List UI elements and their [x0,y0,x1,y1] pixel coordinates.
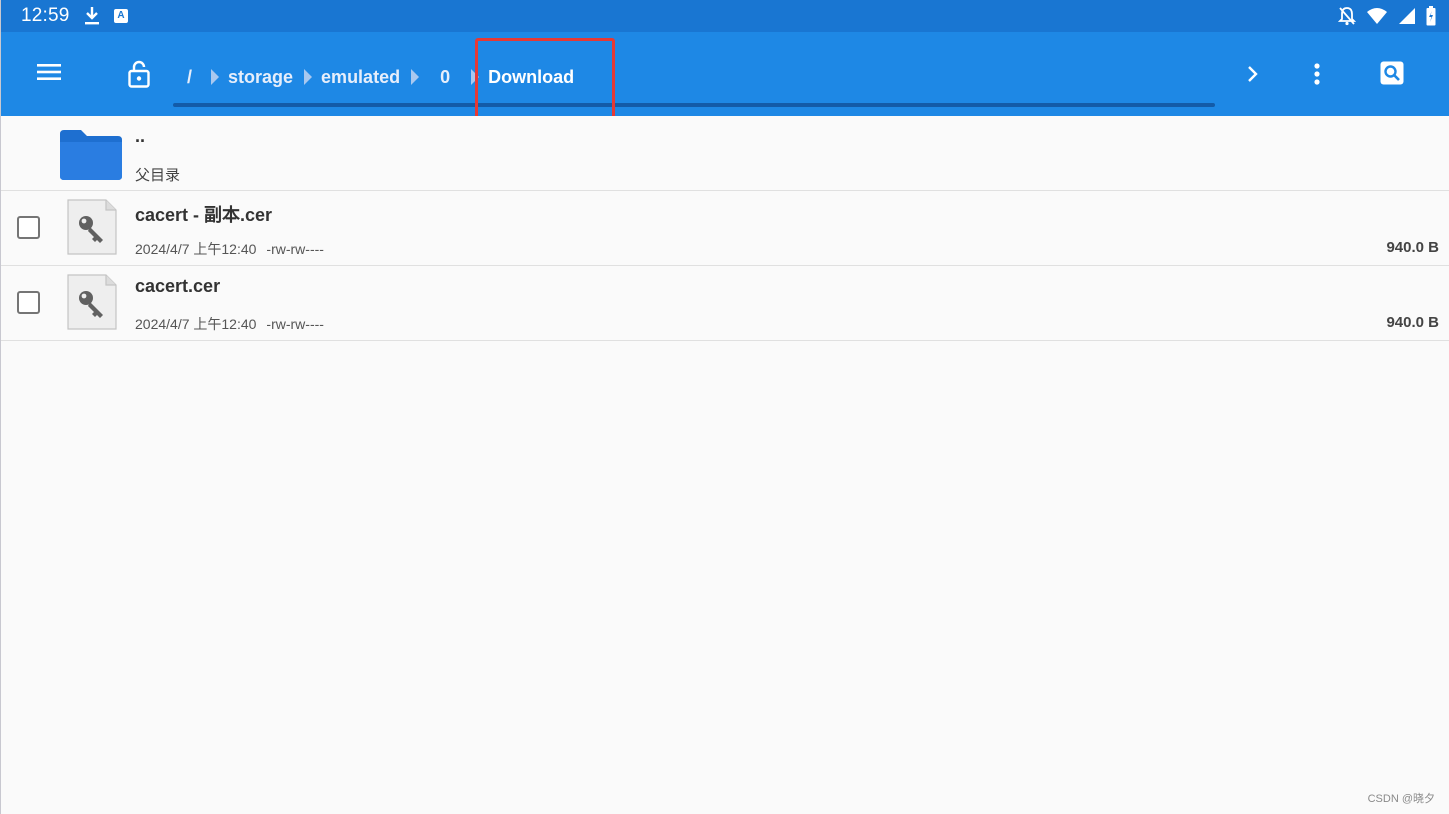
download-icon [85,7,99,25]
wifi-icon [1367,8,1387,24]
more-options-button[interactable] [1301,56,1333,92]
parent-directory-row[interactable]: .. 父目录 [1,116,1449,191]
breadcrumb-separator-icon [304,69,313,85]
notifications-off-icon [1338,7,1356,26]
file-meta: 2024/4/7 上午12:40 -rw-rw---- [135,314,324,334]
file-date: 2024/4/7 上午12:40 [135,241,257,257]
status-bar: 12:59 A [1,0,1449,32]
file-row[interactable]: cacert - 副本.cer 2024/4/7 上午12:40 -rw-rw--… [1,191,1449,266]
file-size: 940.0 B [1386,239,1439,256]
file-size: 940.0 B [1386,314,1439,331]
highlight-annotation-box [475,38,615,122]
file-name: cacert - 副本.cer [135,205,273,225]
file-date: 2024/4/7 上午12:40 [135,316,257,332]
unlock-icon [128,60,150,88]
key-file-icon [67,274,117,330]
file-permissions: -rw-rw---- [266,316,324,332]
breadcrumb-root[interactable]: / [187,67,192,88]
file-meta: 2024/4/7 上午12:40 -rw-rw---- [135,239,324,259]
breadcrumb-storage[interactable]: storage [228,67,293,88]
more-vert-icon [1314,63,1320,85]
key-file-icon [67,199,117,255]
folder-icon [60,130,122,180]
breadcrumb-separator-icon [211,69,220,85]
search-icon [1380,61,1404,85]
file-name: cacert.cer [135,276,221,296]
file-checkbox[interactable] [17,216,40,239]
hamburger-menu-icon [37,64,61,80]
parent-dir-name: .. [135,126,146,146]
breadcrumb-separator-icon [411,69,420,85]
breadcrumb-0[interactable]: 0 [440,67,450,88]
unlock-button[interactable] [121,54,157,94]
forward-button[interactable] [1237,56,1269,92]
search-button[interactable] [1373,54,1411,92]
breadcrumb-emulated[interactable]: emulated [321,67,400,88]
parent-dir-label: 父目录 [135,167,181,184]
battery-icon [1426,6,1436,26]
watermark: CSDN @晓夕 [1367,793,1435,805]
menu-button[interactable] [31,54,67,90]
breadcrumb-underline [173,103,1215,107]
signal-icon [1399,8,1415,24]
chevron-right-icon [1248,66,1258,82]
status-icons [1338,6,1436,26]
file-list: .. 父目录 cacert - 副本.cer 2024/4/7 上午12:40-… [1,116,1449,341]
file-checkbox[interactable] [17,291,40,314]
toolbar: / storage emulated 0 Download [1,32,1449,122]
status-time: 12:59 [21,5,70,26]
file-permissions: -rw-rw---- [266,241,324,257]
file-row[interactable]: cacert.cer 2024/4/7 上午12:40 -rw-rw---- 94… [1,266,1449,341]
a-badge-icon: A [114,9,128,23]
